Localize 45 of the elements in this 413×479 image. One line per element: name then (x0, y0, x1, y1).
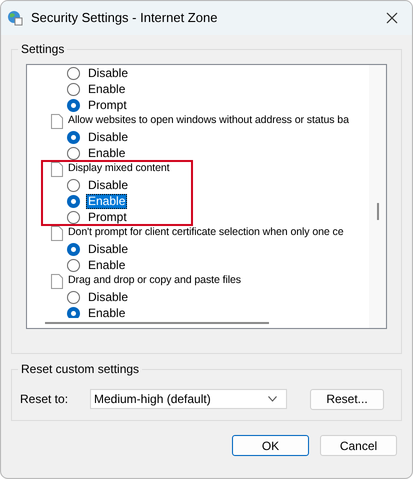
option-label[interactable]: Disable (86, 130, 130, 144)
reset-level-dropdown[interactable]: Medium-high (default) (90, 389, 287, 409)
cancel-button[interactable]: Cancel (320, 435, 397, 456)
document-icon (51, 162, 63, 176)
window-title: Security Settings - Internet Zone (31, 9, 218, 28)
radio-button[interactable] (67, 242, 80, 256)
reset-to-label: Reset to: (20, 391, 70, 408)
option-label[interactable]: Prompt (86, 98, 129, 112)
radio-button[interactable] (67, 98, 80, 112)
radio-button[interactable] (67, 66, 80, 80)
reset-button[interactable]: Reset... (310, 388, 384, 410)
scrollbar-thumb[interactable] (376, 203, 378, 220)
radio-button[interactable] (67, 130, 80, 144)
document-icon (51, 114, 63, 128)
radio-button[interactable] (67, 258, 80, 272)
option-label[interactable]: Enable (86, 194, 128, 208)
setting-title: Display mixed content (68, 161, 170, 176)
option-label[interactable]: Prompt (86, 210, 129, 224)
chevron-down-icon (268, 396, 277, 402)
document-icon (51, 226, 63, 240)
radio-button[interactable] (67, 82, 80, 96)
group-label: Reset custom settings (18, 362, 142, 376)
radio-button[interactable] (67, 210, 80, 224)
radio-button[interactable] (67, 178, 80, 192)
option-label[interactable]: Enable (86, 306, 128, 318)
scrollbar-thumb[interactable] (45, 322, 269, 324)
option-label[interactable]: Disable (86, 178, 130, 192)
ok-button[interactable]: OK (232, 435, 309, 456)
document-icon (51, 274, 63, 288)
radio-button[interactable] (67, 194, 80, 208)
option-label[interactable]: Enable (86, 146, 128, 160)
setting-title: Allow websites to open windows without address or status ba (68, 113, 349, 128)
group-label: Settings (18, 42, 68, 56)
radio-button[interactable] (67, 146, 80, 160)
globe-icon (7, 10, 23, 26)
radio-button[interactable] (67, 306, 80, 318)
option-label[interactable]: Enable (86, 258, 128, 272)
option-label[interactable]: Disable (86, 242, 130, 256)
setting-title: Don't prompt for client certificate selection when only one ce (68, 225, 344, 240)
setting-title: Drag and drop or copy and paste files (68, 273, 241, 288)
option-label[interactable]: Disable (86, 290, 130, 304)
radio-button[interactable] (67, 290, 80, 304)
option-label[interactable]: Disable (86, 66, 130, 80)
option-label[interactable]: Enable (86, 82, 128, 96)
close-icon[interactable] (386, 12, 398, 24)
